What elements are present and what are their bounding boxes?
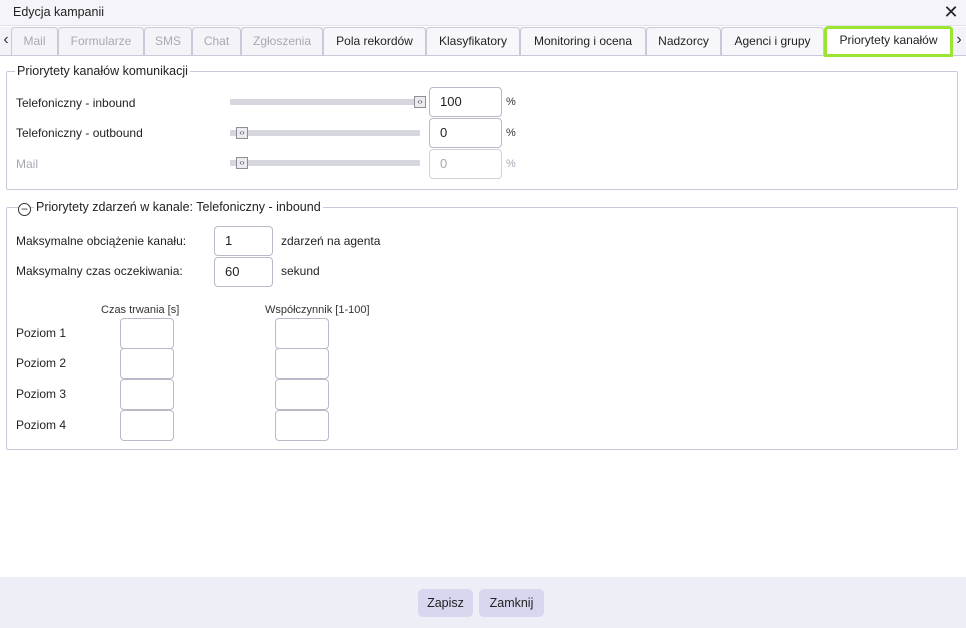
channel-label-mail: Mail xyxy=(16,157,39,171)
tab-zgloszenia[interactable]: Zgłoszenia xyxy=(241,27,323,55)
level-2-duration-input[interactable] xyxy=(120,348,174,379)
level-4-duration-input[interactable] xyxy=(120,410,174,441)
level-2-factor-input[interactable] xyxy=(275,348,329,379)
dialog-footer: Zapisz Zamknij xyxy=(0,577,966,628)
factor-column-header: Współczynnik [1-100] xyxy=(265,304,370,316)
title-bar: Edycja kampanii ✕ xyxy=(0,0,966,26)
slider-handle-icon[interactable]: ‹› xyxy=(414,96,426,108)
tab-label: Nadzorcy xyxy=(658,34,709,48)
channel-priorities-legend: Priorytety kanałów komunikacji xyxy=(15,64,190,78)
save-button[interactable]: Zapisz xyxy=(418,589,473,617)
tab-monitoring[interactable]: Monitoring i ocena xyxy=(520,27,646,55)
dialog-title: Edycja kampanii xyxy=(13,5,105,19)
max-load-unit: zdarzeń na agenta xyxy=(281,234,381,248)
level-1-duration-input[interactable] xyxy=(120,318,174,349)
tab-label: Chat xyxy=(203,34,230,48)
tab-scroll-left-icon[interactable]: ‹ xyxy=(1,31,11,51)
max-wait-label: Maksymalny czas oczekiwania: xyxy=(16,264,183,278)
tab-label: Priorytety kanałów xyxy=(839,33,938,47)
tab-scroll-right-icon[interactable]: › xyxy=(954,31,964,51)
tab-agenci-i-grupy[interactable]: Agenci i grupy xyxy=(721,27,824,55)
tab-label: Zgłoszenia xyxy=(252,34,312,48)
mail-priority-input[interactable]: 0 xyxy=(429,149,502,179)
event-priorities-legend: Priorytety zdarzeń w kanale: Telefoniczn… xyxy=(34,200,323,214)
tab-label: Agenci i grupy xyxy=(734,34,811,48)
tab-priorytety-kanalow[interactable]: Priorytety kanałów xyxy=(824,26,953,57)
inbound-priority-slider[interactable]: ‹› xyxy=(230,96,426,108)
tab-nadzorcy[interactable]: Nadzorcy xyxy=(646,27,721,55)
inbound-priority-input[interactable]: 100 xyxy=(429,87,502,117)
percent-unit: % xyxy=(506,127,516,139)
level-label: Poziom 4 xyxy=(16,418,67,432)
level-1-factor-input[interactable] xyxy=(275,318,329,349)
tab-chat[interactable]: Chat xyxy=(192,27,241,55)
close-button[interactable]: Zamknij xyxy=(479,589,544,617)
tab-pola-rekordow[interactable]: Pola rekordów xyxy=(323,27,426,55)
max-load-input[interactable]: 1 xyxy=(214,226,273,256)
slider-handle-icon[interactable]: ‹› xyxy=(236,157,248,169)
channel-label-outbound: Telefoniczny - outbound xyxy=(16,126,143,140)
max-load-label: Maksymalne obciążenie kanału: xyxy=(16,234,187,248)
level-label: Poziom 2 xyxy=(16,356,67,370)
channel-label-inbound: Telefoniczny - inbound xyxy=(16,96,136,110)
tab-label: Klasyfikatory xyxy=(438,34,508,48)
tab-label: Monitoring i ocena xyxy=(533,34,633,48)
level-3-duration-input[interactable] xyxy=(120,379,174,410)
mail-priority-slider[interactable]: ‹› xyxy=(230,157,420,169)
max-wait-unit: sekund xyxy=(281,264,320,278)
channel-priorities-group: Priorytety kanałów komunikacji Telefonic… xyxy=(6,64,958,190)
level-label: Poziom 3 xyxy=(16,387,67,401)
outbound-priority-slider[interactable]: ‹› xyxy=(230,127,420,139)
tab-formularze[interactable]: Formularze xyxy=(58,27,144,55)
tab-mail[interactable]: Mail xyxy=(11,27,58,55)
duration-column-header: Czas trwania [s] xyxy=(101,304,180,316)
tab-klasyfikatory[interactable]: Klasyfikatory xyxy=(426,27,520,55)
tab-label: SMS xyxy=(154,34,181,48)
campaign-edit-dialog: Edycja kampanii ✕ ‹ Mail Formularze SMS … xyxy=(0,0,966,628)
level-label: Poziom 1 xyxy=(16,326,67,340)
level-4-factor-input[interactable] xyxy=(275,410,329,441)
level-3-factor-input[interactable] xyxy=(275,379,329,410)
percent-unit: % xyxy=(506,158,516,170)
percent-unit: % xyxy=(506,96,516,108)
tab-sms[interactable]: SMS xyxy=(144,27,192,55)
tab-label: Formularze xyxy=(70,34,132,48)
max-wait-input[interactable]: 60 xyxy=(214,257,273,287)
event-priorities-group: − Priorytety zdarzeń w kanale: Telefonic… xyxy=(6,200,958,450)
close-icon[interactable]: ✕ xyxy=(942,3,960,21)
tab-bar: ‹ Mail Formularze SMS Chat Zgłoszenia Po… xyxy=(0,26,966,57)
slider-handle-icon[interactable]: ‹› xyxy=(236,127,248,139)
tab-label: Pola rekordów xyxy=(336,34,413,48)
tab-label: Mail xyxy=(23,34,46,48)
outbound-priority-input[interactable]: 0 xyxy=(429,118,502,148)
collapse-icon[interactable]: − xyxy=(18,203,31,216)
